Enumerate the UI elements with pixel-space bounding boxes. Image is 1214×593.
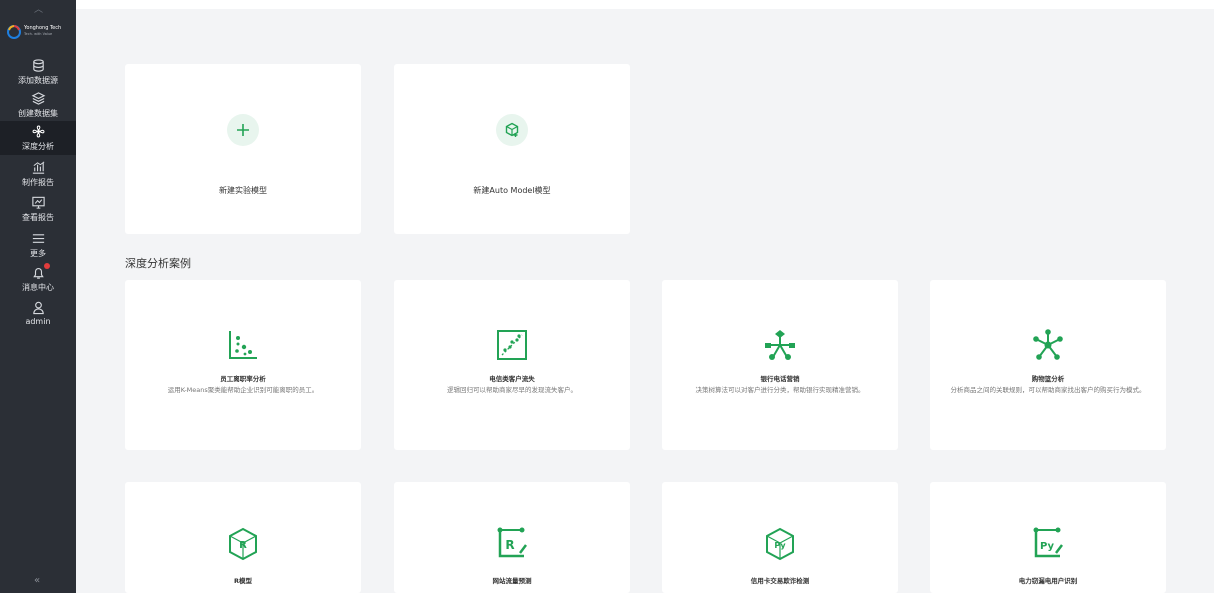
case-title: R模型 <box>233 577 252 585</box>
case-card-telecom-churn[interactable]: 电信类客户流失 逻辑回归可以帮助商家尽早的发现流失客户。 <box>394 280 630 450</box>
case-description: 逻辑回归可以帮助商家尽早的发现流失客户。 <box>447 386 577 394</box>
fan-icon <box>32 125 44 138</box>
sidebar: ︿ Yonghong Tech Tech. with Value 添加数据源 创… <box>0 0 76 593</box>
sidebar-item-label: admin <box>25 317 51 326</box>
r-script-icon: R <box>497 527 527 558</box>
monitor-icon <box>31 196 45 209</box>
menu-icon <box>32 234 44 243</box>
chevron-up-icon[interactable]: ︿ <box>34 2 44 15</box>
card-title: 新建Auto Model模型 <box>473 186 551 195</box>
regression-chart-icon <box>497 330 527 360</box>
svg-text:R: R <box>239 540 247 551</box>
sidebar-item-make-report[interactable]: 制作报告 <box>0 157 76 191</box>
brand-subtitle: Tech. with Value <box>24 32 53 36</box>
bell-icon <box>32 268 44 279</box>
svg-text:Py: Py <box>774 541 786 550</box>
sidebar-item-label: 消息中心 <box>22 283 54 292</box>
logo-rings-icon <box>6 23 22 39</box>
case-card-electricity-theft[interactable]: Py 电力窃漏电用户识别 <box>930 482 1166 593</box>
sidebar-item-add-datasource[interactable]: 添加数据源 <box>0 55 76 89</box>
sidebar-item-more[interactable]: 更多 <box>0 228 76 262</box>
scatter-plot-icon <box>229 331 257 359</box>
case-title: 购物篮分析 <box>1031 375 1065 383</box>
case-title: 电力窃漏电用户识别 <box>1018 577 1078 585</box>
cube-plus-icon <box>496 114 528 146</box>
py-script-icon: Py <box>1033 527 1063 558</box>
decision-tree-icon <box>765 330 795 360</box>
section-title: 深度分析案例 <box>125 257 191 270</box>
collapse-sidebar-button[interactable]: « <box>34 575 40 586</box>
new-auto-model-card[interactable]: 新建Auto Model模型 <box>394 64 630 234</box>
brand-logo[interactable]: Yonghong Tech Tech. with Value <box>6 22 70 40</box>
sidebar-item-create-dataset[interactable]: 创建数据集 <box>0 88 76 122</box>
database-icon <box>32 59 44 72</box>
case-description: 运用K-Means聚类能帮助企业识别可能离职的员工。 <box>167 386 319 394</box>
case-title: 员工离职率分析 <box>220 375 266 383</box>
card-title: 新建实验模型 <box>219 186 267 195</box>
svg-text:Py: Py <box>1040 541 1055 552</box>
sidebar-item-view-report[interactable]: 查看报告 <box>0 192 76 226</box>
case-card-employee-turnover[interactable]: 员工离职率分析 运用K-Means聚类能帮助企业识别可能离职的员工。 <box>125 280 361 450</box>
top-bar <box>76 0 1214 9</box>
case-title: 信用卡交易欺诈检测 <box>750 577 810 585</box>
plus-icon <box>227 114 259 146</box>
case-card-bank-telemarketing[interactable]: 银行电话营销 决策树算法可以对客户进行分类，帮助银行实现精准营销。 <box>662 280 898 450</box>
user-icon <box>32 301 44 315</box>
sidebar-item-messages[interactable]: 消息中心 <box>0 262 76 296</box>
sidebar-item-label: 深度分析 <box>22 142 54 151</box>
svg-text:R: R <box>505 538 514 552</box>
sidebar-item-label: 添加数据源 <box>18 76 58 85</box>
sidebar-item-label: 创建数据集 <box>18 109 58 118</box>
new-experiment-model-card[interactable]: 新建实验模型 <box>125 64 361 234</box>
sidebar-item-deep-analysis[interactable]: 深度分析 <box>0 121 76 155</box>
case-description: 决策树算法可以对客户进行分类，帮助银行实现精准营销。 <box>695 386 865 394</box>
network-star-icon <box>1033 329 1063 360</box>
sidebar-item-label: 查看报告 <box>22 213 54 222</box>
case-description: 分析商品之间的关联规则，可以帮助商家找出客户的购买行为模式。 <box>950 386 1146 394</box>
report-chart-icon <box>32 161 44 174</box>
case-card-website-traffic[interactable]: R 网站流量预测 <box>394 482 630 593</box>
sidebar-item-label: 更多 <box>30 249 46 258</box>
layers-icon <box>31 92 45 105</box>
sidebar-item-admin[interactable]: admin <box>0 297 76 331</box>
r-cube-icon: R <box>229 527 257 561</box>
py-cube-icon: Py <box>766 527 794 561</box>
case-card-r-model[interactable]: R R模型 <box>125 482 361 593</box>
case-title: 银行电话营销 <box>760 375 800 383</box>
case-title: 网站流量预测 <box>492 577 532 585</box>
notification-dot <box>44 263 50 269</box>
case-card-market-basket[interactable]: 购物篮分析 分析商品之间的关联规则，可以帮助商家找出客户的购买行为模式。 <box>930 280 1166 450</box>
case-title: 电信类客户流失 <box>489 375 535 383</box>
case-card-credit-fraud[interactable]: Py 信用卡交易欺诈检测 <box>662 482 898 593</box>
sidebar-item-label: 制作报告 <box>22 178 54 187</box>
brand-name: Yonghong Tech Tech. with Value <box>24 25 61 37</box>
